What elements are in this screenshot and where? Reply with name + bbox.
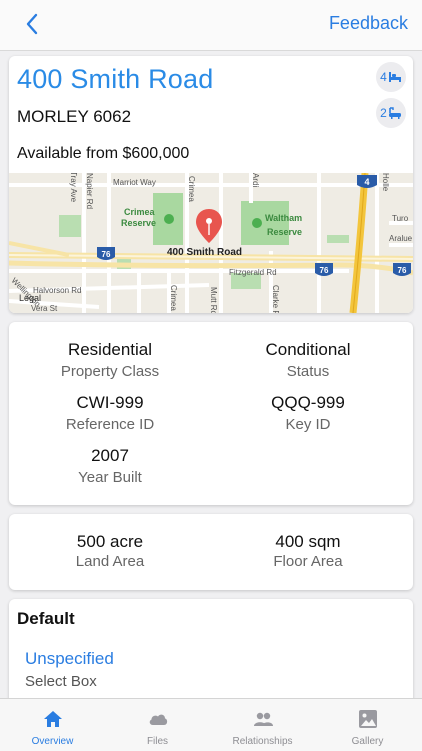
land-area-cell: 500 acre Land Area xyxy=(15,532,205,570)
floor-area-cell: 400 sqm Floor Area xyxy=(213,532,403,570)
land-area-label: Land Area xyxy=(75,553,145,570)
bedrooms-badge: 4 xyxy=(376,62,406,92)
year-built-value: 2007 xyxy=(91,446,129,465)
street-label: Mutt Rd xyxy=(209,287,218,313)
tab-relationships[interactable]: Relationships xyxy=(210,699,315,751)
street-label: Fitzgerald Rd xyxy=(229,268,277,277)
street-label: Aralue xyxy=(389,234,413,243)
location-map[interactable]: 4 76 76 76 Marriot Way Crimea Napier Rd xyxy=(9,173,413,313)
select-box-value[interactable]: Unspecified xyxy=(25,649,114,669)
park-icon xyxy=(252,218,262,228)
street-label: Marriot Way xyxy=(113,178,156,187)
park-icon xyxy=(164,214,174,224)
map-pin-icon xyxy=(196,209,222,243)
route-shield: 76 xyxy=(315,263,333,276)
availability-text: Available from $600,000 xyxy=(17,145,190,162)
status-cell: Conditional Status xyxy=(213,340,403,380)
tab-label: Gallery xyxy=(351,736,384,747)
select-box-label: Select Box xyxy=(25,673,97,690)
people-icon xyxy=(254,712,273,726)
street-label: Holle xyxy=(381,173,390,192)
tab-overview[interactable]: Overview xyxy=(0,699,105,751)
tab-label: Files xyxy=(146,736,169,747)
street-label: Ardi xyxy=(251,173,260,187)
svg-text:76: 76 xyxy=(102,250,111,259)
tab-label: Overview xyxy=(31,736,74,747)
street-label: Crimea xyxy=(187,176,196,202)
reference-label: Reference ID xyxy=(65,416,155,433)
park-area xyxy=(59,215,81,237)
street-label: Napier Rd xyxy=(85,173,94,209)
property-class-label: Property Class xyxy=(60,363,160,380)
status-label: Status xyxy=(286,363,330,380)
status-value: Conditional xyxy=(265,340,351,359)
svg-text:76: 76 xyxy=(398,266,407,275)
street-label: Turo xyxy=(392,214,409,223)
bath-icon xyxy=(388,106,401,119)
cloud-icon xyxy=(149,714,168,725)
floor-area-value: 400 sqm xyxy=(275,532,341,551)
route-shield: 76 xyxy=(97,247,115,260)
area-card: 500 acre Land Area 400 sqm Floor Area xyxy=(9,514,413,590)
key-label: Key ID xyxy=(285,416,331,433)
tab-files[interactable]: Files xyxy=(105,699,210,751)
route-shield: 76 xyxy=(393,263,411,276)
reference-value: CWI-999 xyxy=(76,393,144,412)
svg-text:4: 4 xyxy=(364,177,369,187)
bathrooms-count: 2 xyxy=(380,106,387,120)
property-address: 400 Smith Road xyxy=(17,64,214,94)
park-label: Reserve xyxy=(121,218,156,228)
park-label: Waltham xyxy=(265,213,302,223)
section-title: Default xyxy=(17,609,75,628)
property-summary-card: 400 Smith Road MORLEY 6062 Available fro… xyxy=(9,56,413,313)
park-area xyxy=(241,201,289,245)
navigation-bar: Feedback xyxy=(0,0,422,51)
key-value: QQQ-999 xyxy=(271,393,345,412)
image-icon xyxy=(359,710,377,728)
address-map-label: 400 Smith Road xyxy=(167,247,242,258)
park-area xyxy=(327,235,349,243)
street-label: Crimea St xyxy=(169,285,178,313)
tab-bar: Overview Files Relationships Gallery xyxy=(0,698,422,751)
street-label: Legal xyxy=(19,293,41,303)
tab-label: Relationships xyxy=(232,736,293,747)
chevron-left-icon xyxy=(26,13,38,35)
map-canvas: 4 76 76 76 Marriot Way Crimea Napier Rd xyxy=(9,173,413,313)
property-class-cell: Residential Property Class xyxy=(15,340,205,380)
year-built-label: Year Built xyxy=(78,469,142,486)
tab-gallery[interactable]: Gallery xyxy=(315,699,420,751)
property-details-card: Residential Property Class Conditional S… xyxy=(9,322,413,505)
feedback-button[interactable]: Feedback xyxy=(329,13,408,34)
bathrooms-badge: 2 xyxy=(376,98,406,128)
street-label: Tray Ave xyxy=(69,173,78,203)
back-button[interactable] xyxy=(18,10,46,38)
property-class-value: Residential xyxy=(67,340,153,359)
home-icon xyxy=(44,711,62,727)
park-label: Reserve xyxy=(267,227,302,237)
bed-icon xyxy=(388,72,401,82)
route-shield: 4 xyxy=(357,175,377,188)
land-area-value: 500 acre xyxy=(76,532,144,551)
property-suburb: MORLEY 6062 xyxy=(17,107,132,126)
bedrooms-count: 4 xyxy=(380,70,387,84)
park-label: Crimea xyxy=(124,207,156,217)
svg-text:76: 76 xyxy=(320,266,329,275)
floor-area-label: Floor Area xyxy=(273,553,343,570)
key-cell: QQQ-999 Key ID xyxy=(213,393,403,433)
year-built-cell: 2007 Year Built xyxy=(15,446,205,486)
street-label: Clarke Rd xyxy=(271,285,280,313)
reference-cell: CWI-999 Reference ID xyxy=(15,393,205,433)
